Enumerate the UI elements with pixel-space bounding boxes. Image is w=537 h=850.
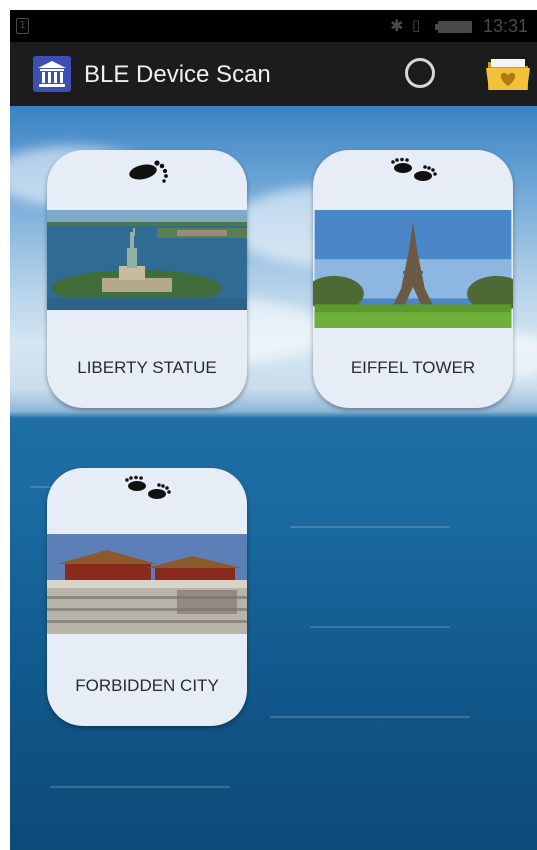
app-title: BLE Device Scan — [84, 61, 271, 88]
phone-screen: 1 ✱ ▯ 13:31 BLE Device Scan LIBERTY STAT… — [10, 10, 537, 850]
forbidden-city-photo — [47, 534, 247, 634]
progress-ring-icon — [405, 58, 435, 88]
battery-icon — [435, 21, 472, 33]
device-grid: LIBERTY STATUE EIFFEL TOWER FORBIDDEN CI… — [10, 106, 537, 850]
eiffel-tower-photo — [313, 210, 513, 328]
status-clock: 13:31 — [483, 16, 529, 36]
status-bar: 1 ✱ ▯ 13:31 — [10, 10, 537, 42]
heart-folder-icon[interactable] — [484, 54, 532, 94]
action-bar: BLE Device Scan — [10, 42, 537, 106]
water-wave — [290, 526, 450, 528]
device-card-liberty-statue[interactable]: LIBERTY STATUE — [47, 150, 247, 408]
liberty-statue-photo — [47, 210, 247, 310]
footprints-icon — [125, 475, 171, 499]
device-card-forbidden-city[interactable]: FORBIDDEN CITY — [47, 468, 247, 726]
bluetooth-icon: ✱ — [390, 16, 404, 35]
device-card-label: EIFFEL TOWER — [350, 358, 476, 377]
footprints-icon — [391, 157, 437, 181]
water-wave — [50, 786, 230, 788]
device-card-label: FORBIDDEN CITY — [75, 676, 219, 695]
water-wave — [310, 626, 450, 628]
sim-card-icon: 1 — [16, 18, 29, 34]
device-card-label: LIBERTY STATUE — [77, 358, 217, 377]
water-wave — [270, 716, 470, 718]
museum-building-icon[interactable] — [33, 56, 71, 92]
footprints-icon — [129, 160, 168, 183]
device-card-eiffel-tower[interactable]: EIFFEL TOWER — [313, 150, 513, 408]
vibrate-icon: ▯ — [412, 16, 421, 34]
